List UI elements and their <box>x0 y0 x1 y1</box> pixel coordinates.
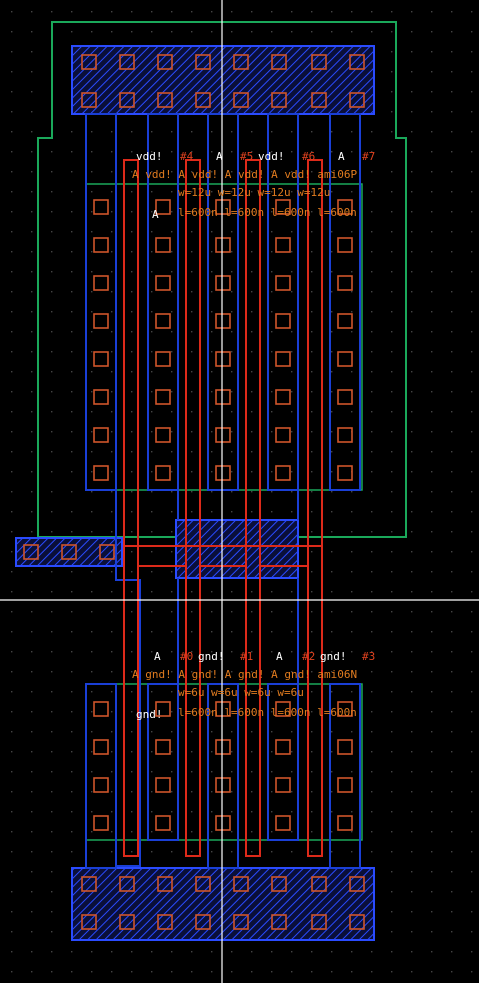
pmos-length-text: l=600n l=600n l=600n l=600n <box>178 206 357 219</box>
nmos-overlap-text: A gnd! A gnd! A gnd! A gnd! ami06N <box>132 668 357 681</box>
nmos-pin-3: #3 <box>362 650 375 663</box>
layout-canvas[interactable]: vdd! #4 A #5 vdd! #6 A #7 A vdd! A vdd! … <box>0 0 479 983</box>
nmos-pin-2: #2 <box>302 650 315 663</box>
pmos-net-3: A <box>338 150 345 163</box>
nmos-net-3: gnd! <box>320 650 347 663</box>
nmos-pin-1: #1 <box>240 650 253 663</box>
nmos-net-2: A <box>276 650 283 663</box>
pmos-pin-3: #7 <box>362 150 375 163</box>
pmos-width-text: w=12u w=12u w=12u w=12u <box>178 186 330 199</box>
pmos-overlap-text: A vdd! A vdd! A vdd! A vdd! ami06P <box>132 168 358 181</box>
pmos-net-0: vdd! <box>136 150 163 163</box>
pmos-gate-text: A <box>152 208 159 221</box>
nmos-gate-text: gnd! <box>136 708 163 721</box>
pmos-net-1: A <box>216 150 223 163</box>
output-metal-block[interactable] <box>175 519 299 579</box>
nmos-pin-0: #0 <box>180 650 193 663</box>
nmos-width-text: w=6u w=6u w=6u w=6u <box>178 686 304 699</box>
pmos-pin-1: #5 <box>240 150 253 163</box>
input-pin-metal[interactable] <box>15 537 123 567</box>
nmos-net-1: gnd! <box>198 650 225 663</box>
pmos-net-2: vdd! <box>258 150 285 163</box>
grid-background <box>0 0 479 983</box>
pmos-pin-0: #4 <box>180 150 194 163</box>
nmos-length-text: l=600n l=600n l=600n l=600n <box>178 706 357 719</box>
vdd-rail[interactable] <box>71 45 375 115</box>
pmos-pin-2: #6 <box>302 150 315 163</box>
nmos-net-0: A <box>154 650 161 663</box>
gnd-rail[interactable] <box>71 867 375 941</box>
